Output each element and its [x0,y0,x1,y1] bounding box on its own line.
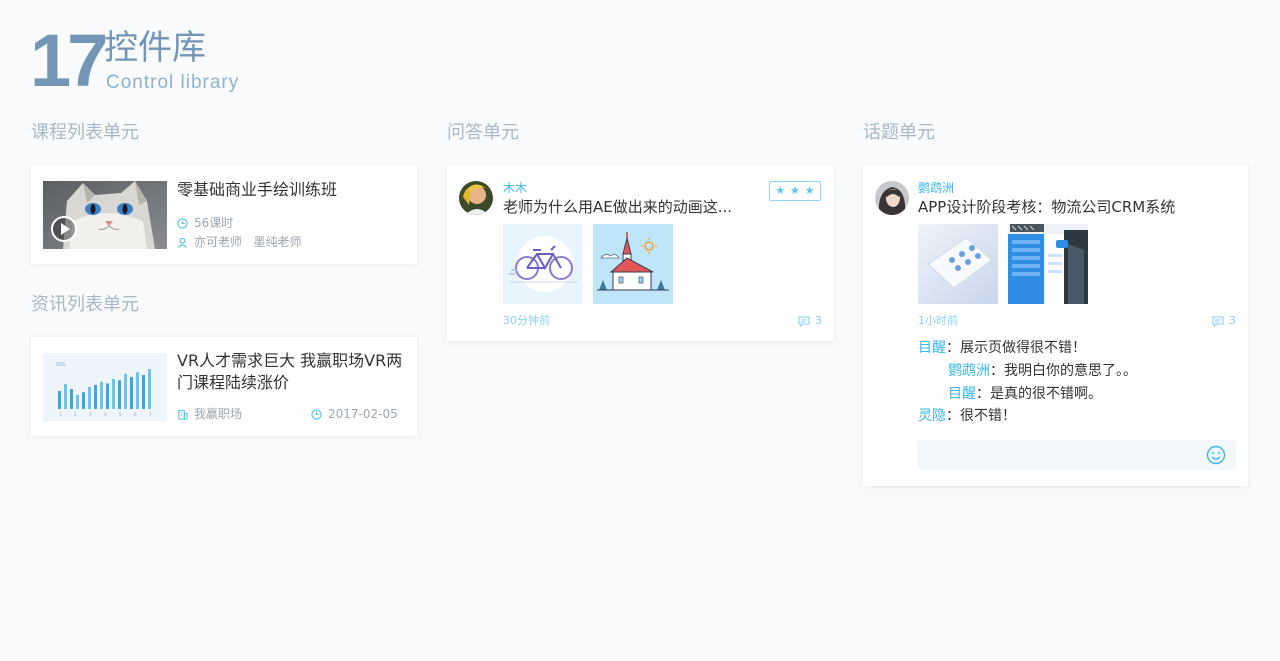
chart-bar [112,379,115,409]
course-card[interactable]: 零基础商业手绘训练班 56课时 亦可老师 墨纯老师 [31,165,417,264]
comment-icon [1212,315,1224,327]
comment-author[interactable]: 目醒 [918,340,946,356]
chart-bar [148,369,151,409]
chart-bar [100,381,103,409]
chart-tick-label: 4 [104,412,107,417]
section-title-course: 课程列表单元 [31,122,139,143]
topic-image-screens[interactable] [1008,224,1088,304]
chart-bar [82,392,85,409]
course-teachers: 亦可老师 墨纯老师 [177,234,301,250]
avatar[interactable] [459,181,493,215]
chart-tick-label: 1 [59,412,62,417]
chart-label: VOL [56,362,66,368]
page-subtitle: Control library [106,72,240,93]
comment-author[interactable]: 目醒 [948,386,976,402]
emoji-icon[interactable] [1206,445,1226,465]
comment-text: ：很不错！ [946,408,1016,424]
chart-bar [136,372,139,409]
user-icon [177,237,188,248]
topic-card[interactable]: 鹦鹉洲 APP设计阶段考核：物流公司CRM系统 1小时前 3 目醒：展示页做得很… [863,165,1248,486]
qa-question[interactable]: 老师为什么用AE做出来的动画这... [503,197,732,217]
clock-icon [177,217,188,229]
news-date: 2017-02-05 [311,406,398,422]
qa-comment-count[interactable]: 3 [798,314,822,328]
news-thumbnail[interactable]: VOL 1 2 3 4 5 6 7 [43,353,167,421]
chart-bar [94,385,97,409]
star-icon: ★ [790,184,800,197]
topic-image-app[interactable] [918,224,998,304]
comment-item[interactable]: 鹦鹉洲：我明白你的意思了。。 [948,362,1137,380]
chart-bar [130,377,133,409]
news-source: 我赢职场 [177,406,242,422]
section-title-qa: 问答单元 [447,122,519,143]
chart-bar [76,395,79,409]
comment-text: ：是真的很不错啊。 [976,386,1102,402]
topic-title[interactable]: APP设计阶段考核：物流公司CRM系统 [918,197,1175,217]
chart-tick-label: 5 [119,412,122,417]
building-icon [177,409,188,420]
comment-item[interactable]: 目醒：展示页做得很不错！ [918,339,1086,357]
section-title-topic: 话题单元 [863,122,935,143]
chart-bar [70,389,73,409]
section-title-news: 资讯列表单元 [31,294,139,315]
chart-tick-label: 3 [89,412,92,417]
chart-tick-label: 2 [74,412,77,417]
chart-tick-label: 7 [149,412,152,417]
topic-username[interactable]: 鹦鹉洲 [918,180,954,196]
chart-bar [64,384,67,409]
chapter-number: 17 [30,19,108,102]
rating-stars: ★ ★ ★ [769,181,821,201]
qa-image-bicycle[interactable] [503,224,583,304]
comment-item[interactable]: 灵隐：很不错！ [918,407,1016,425]
course-thumbnail[interactable] [43,181,167,249]
reply-input[interactable] [918,440,1236,470]
chart-bar [88,387,91,409]
chart-bar [118,380,121,409]
qa-username[interactable]: 木木 [503,180,527,196]
comment-icon [798,315,810,327]
chart-bar [124,373,127,409]
news-card[interactable]: VOL 1 2 3 4 5 6 7 VR人才需求巨大 我赢职场VR两 门课程陆续涨价 我赢职… [31,337,417,436]
course-title[interactable]: 零基础商业手绘训练班 [177,180,337,200]
comment-text: ：展示页做得很不错！ [946,340,1086,356]
topic-time: 1小时前 [918,314,958,327]
news-title-line2[interactable]: 门课程陆续涨价 [177,373,289,393]
topic-comment-count[interactable]: 3 [1212,314,1236,328]
comment-author[interactable]: 灵隐 [918,408,946,424]
qa-image-church[interactable] [593,224,673,304]
play-icon[interactable] [51,216,77,242]
bar-chart-image: VOL 1 2 3 4 5 6 7 [56,362,152,417]
star-icon: ★ [775,184,786,197]
chart-bar [106,383,109,409]
clock-icon [311,408,322,420]
comment-text: ：我明白你的意思了。。 [990,363,1137,379]
news-title-line1[interactable]: VR人才需求巨大 我赢职场VR两 [177,351,402,371]
star-icon: ★ [804,184,815,197]
qa-time: 30分钟前 [503,314,550,327]
chart-bar [58,391,61,409]
course-hours: 56课时 [177,215,233,231]
page-title: 控件库 [104,28,206,68]
chart-bar [142,375,145,409]
avatar[interactable] [875,181,909,215]
comment-item[interactable]: 目醒：是真的很不错啊。 [948,385,1102,403]
chart-tick-label: 6 [134,412,137,417]
qa-card[interactable]: 木木 老师为什么用AE做出来的动画这... ★ ★ ★ 30分钟前 3 [447,165,834,341]
comment-author[interactable]: 鹦鹉洲 [948,363,990,379]
